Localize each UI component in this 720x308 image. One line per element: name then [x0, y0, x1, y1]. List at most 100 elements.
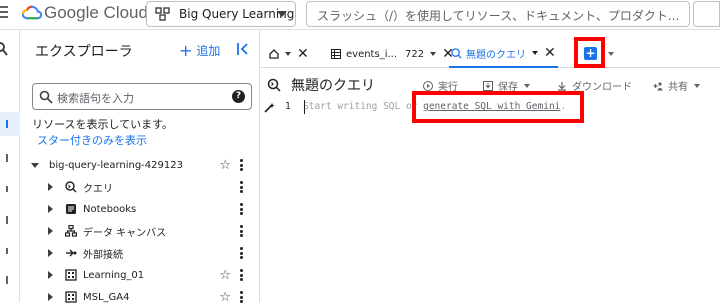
chevron-down-icon [277, 11, 287, 17]
project-picker[interactable]: Big Query Learning [146, 1, 296, 27]
rail-item-icon[interactable] [6, 216, 8, 224]
google-cloud-logo[interactable]: Google Cloud [21, 3, 148, 23]
save-icon [483, 80, 493, 91]
add-label: 追加 [196, 44, 221, 58]
help-icon[interactable]: ? [232, 90, 245, 103]
explorer-panel: エクスプローラ + 追加 検索語句を入力 ? リソースを表示しています。 スター… [21, 30, 260, 305]
search-placeholder: 検索語句を入力 [57, 92, 134, 105]
chevron-down-icon[interactable] [430, 52, 437, 56]
tree-item-label: データ キャンバス [83, 227, 167, 239]
tab-home[interactable]: ✕ [269, 40, 309, 68]
tree-item-queries[interactable]: クエリ [21, 176, 259, 198]
explorer-search-input[interactable]: 検索語句を入力 ? [32, 83, 252, 110]
rail-item-icon[interactable] [6, 154, 8, 162]
logo-cloud-text: Cloud [98, 3, 148, 22]
run-button[interactable]: 実行 [423, 78, 458, 93]
search-icon[interactable] [0, 42, 8, 56]
explorer-title: エクスプローラ [35, 44, 133, 60]
top-bar: Google Cloud Big Query Learning スラッシュ（/）… [0, 0, 720, 30]
generate-sql-gemini-link[interactable]: generate SQL with Gemini [423, 101, 560, 112]
more-vert-icon[interactable] [240, 181, 243, 193]
chevron-right-icon[interactable] [48, 249, 53, 257]
tree-item-label: MSL_GA4 [83, 291, 130, 303]
text-cursor [304, 100, 305, 114]
search-icon [39, 90, 53, 104]
gemini-pen-icon[interactable] [263, 102, 275, 114]
dataset-icon [65, 291, 77, 303]
share-button[interactable]: 共有 [653, 78, 700, 93]
search-button[interactable] [693, 1, 720, 27]
tree-item-notebooks[interactable]: Notebooks [21, 198, 259, 220]
show-starred-link[interactable]: スター付きのみを表示 [37, 132, 147, 148]
query-toolbar: 無題のクエリ 実行 保存 ダウンロード 共有 [261, 70, 720, 98]
project-icon [155, 7, 170, 21]
sql-editor[interactable]: 1 Start writing SQL or generate SQL with… [261, 98, 720, 302]
more-vert-icon[interactable] [240, 225, 243, 237]
query-icon [267, 78, 281, 92]
resource-status-text: リソースを表示しています。 [32, 118, 174, 131]
tree-item-label: big-query-learning-429123 [49, 159, 183, 171]
star-icon[interactable]: ☆ [219, 290, 231, 305]
canvas-icon [65, 225, 77, 237]
more-vert-icon[interactable] [240, 291, 243, 303]
query-title: 無題のクエリ [291, 78, 375, 94]
tab-count: 722 [405, 48, 425, 60]
tree-item-label: 外部接続 [83, 249, 123, 261]
add-button[interactable]: + 追加 [179, 42, 220, 59]
cloud-icon [21, 5, 43, 20]
tree-item-label: Notebooks [83, 203, 137, 215]
run-label: 実行 [438, 82, 458, 93]
chevron-down-icon[interactable] [285, 52, 291, 56]
chevron-right-icon[interactable] [48, 183, 53, 191]
new-query-button[interactable]: + [584, 47, 597, 60]
more-vert-icon[interactable] [240, 159, 243, 171]
global-search-input[interactable]: スラッシュ（/）を使用してリソース、ドキュメント、プロダクト... [306, 1, 690, 27]
chevron-right-icon[interactable] [48, 205, 53, 213]
editor-tabs: ✕ events_i... 722 ✕ 無題のクエリ ✕ [261, 40, 720, 68]
more-vert-icon[interactable] [240, 203, 243, 215]
tab-events-table[interactable]: events_i... 722 ✕ [331, 40, 454, 68]
star-icon[interactable]: ☆ [219, 158, 231, 173]
rail-item-explorer[interactable] [0, 112, 20, 136]
tree-item-label: Learning_01 [83, 269, 145, 281]
download-button[interactable]: ダウンロード [557, 78, 632, 93]
tab-untitled-query[interactable]: 無題のクエリ ✕ [449, 40, 558, 68]
more-vert-icon[interactable] [240, 269, 243, 281]
menu-icon[interactable] [0, 6, 10, 20]
tree-item-project[interactable]: big-query-learning-429123 ☆ [21, 154, 259, 176]
dataset-icon [65, 269, 77, 281]
rail-item-icon[interactable] [6, 276, 8, 284]
left-rail [0, 30, 20, 302]
chevron-down-icon[interactable] [608, 52, 614, 56]
share-label: 共有 [668, 82, 688, 93]
tree-item-label: クエリ [83, 183, 113, 195]
add-person-icon [653, 81, 663, 90]
tree-item-external-connections[interactable]: 外部接続 [21, 242, 259, 264]
tree-item-dataset[interactable]: MSL_GA4 ☆ [21, 286, 259, 308]
download-label: ダウンロード [572, 82, 632, 93]
star-icon[interactable]: ☆ [219, 268, 231, 283]
close-icon[interactable]: ✕ [544, 45, 556, 61]
tree-item-dataset[interactable]: Learning_01 ☆ [21, 264, 259, 286]
tree-item-data-canvas[interactable]: データ キャンバス [21, 220, 259, 242]
notebook-icon [66, 204, 76, 214]
line-number: 1 [285, 101, 291, 112]
chevron-right-icon[interactable] [48, 293, 53, 301]
download-icon [558, 81, 566, 91]
collapse-panel-icon[interactable] [236, 42, 250, 56]
save-button[interactable]: 保存 [483, 78, 530, 93]
close-icon[interactable]: ✕ [297, 46, 309, 62]
query-icon [451, 47, 462, 59]
more-vert-icon[interactable] [240, 247, 243, 259]
rail-item-icon[interactable] [6, 186, 8, 192]
chevron-right-icon[interactable] [48, 227, 53, 235]
rail-item-icon[interactable] [6, 248, 8, 254]
chevron-down-icon [524, 83, 530, 88]
chevron-down-icon[interactable] [532, 51, 538, 55]
tab-label: 無題のクエリ [466, 49, 526, 61]
chevron-down-icon[interactable] [31, 162, 39, 168]
query-icon [65, 181, 77, 193]
hint-prefix: Start writing SQL or [303, 101, 424, 112]
chevron-down-icon [694, 83, 700, 88]
chevron-right-icon[interactable] [48, 271, 53, 279]
